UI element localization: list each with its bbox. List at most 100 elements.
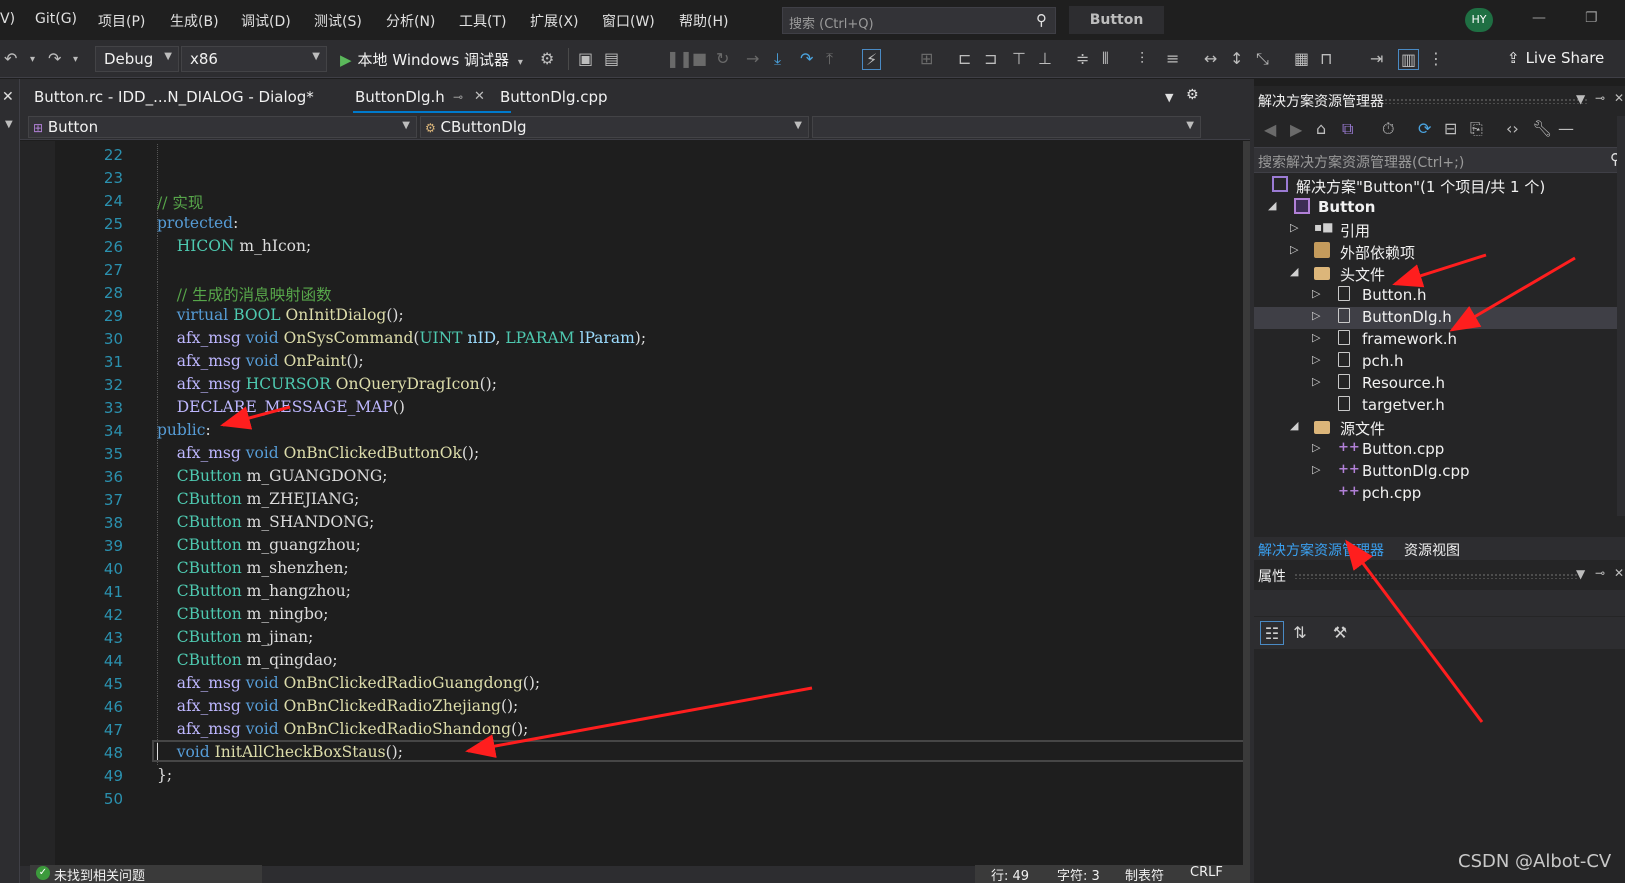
search-input[interactable]: 搜索 (Ctrl+Q) ⚲	[782, 7, 1056, 34]
wrench-icon[interactable]: 🔧︎	[1532, 119, 1552, 138]
toolbox-icon[interactable]: ▣	[578, 49, 593, 68]
tab-resource-view[interactable]: 资源视图	[1404, 540, 1460, 560]
align-bottom-icon[interactable]: ⊥	[1038, 49, 1052, 68]
status-eol[interactable]: CRLF	[1190, 865, 1223, 880]
back-icon[interactable]: ◀	[1264, 120, 1276, 139]
cursor-position[interactable]: 行: 49 字符: 3 制表符 CRLF	[975, 865, 1250, 883]
undo-icon[interactable]: ↶	[4, 49, 17, 68]
issues-indicator[interactable]: ✓ 未找到相关问题	[30, 865, 262, 883]
align-right-icon[interactable]: ⊐	[984, 49, 997, 68]
tab-order-icon[interactable]: ⇥	[1370, 49, 1383, 68]
hot-reload-icon[interactable]: ⚡	[862, 49, 882, 70]
show-next-statement-icon[interactable]: →	[746, 49, 759, 68]
pin-icon[interactable]: ⊸	[453, 90, 463, 104]
format-icon[interactable]: ⊞	[920, 49, 933, 68]
configuration-select[interactable]: Debug ▼	[95, 46, 179, 72]
chevron-down-icon[interactable]: ▼	[5, 119, 13, 130]
close-icon[interactable]: ✕	[1614, 566, 1624, 580]
tree-file-pch-cpp[interactable]: ++ pch.cpp	[1254, 483, 1625, 505]
restart-icon[interactable]: ↻	[716, 49, 729, 68]
tree-file-button-h[interactable]: ▷ Button.h	[1254, 285, 1625, 307]
categorized-icon[interactable]: ☷	[1260, 621, 1284, 645]
grid-icon[interactable]: ▦	[1294, 49, 1309, 68]
close-icon[interactable]: ✕	[2, 89, 14, 105]
test-dialog-icon[interactable]: ▥	[1398, 49, 1420, 70]
tree-file-buttondlg-cpp[interactable]: ▷ ++ ButtonDlg.cpp	[1254, 461, 1625, 483]
same-height-icon[interactable]: ↕	[1230, 49, 1243, 68]
tree-file-framework-h[interactable]: ▷ framework.h	[1254, 329, 1625, 351]
tree-references[interactable]: ▷ ▪■ 引用	[1254, 219, 1625, 241]
member-scope-select[interactable]: ▼	[812, 116, 1201, 138]
same-width-icon[interactable]: ↔	[1204, 49, 1217, 68]
collapse-all-icon[interactable]: ⊟	[1444, 119, 1457, 138]
guides-icon[interactable]: ⊓	[1320, 49, 1332, 68]
chevron-down-icon[interactable]: ▼	[1576, 567, 1585, 581]
gear-icon[interactable]: ⚙	[1186, 87, 1199, 103]
project-scope-select[interactable]: ⊞ Button ▼	[28, 116, 417, 138]
code-view-icon[interactable]: ‹›	[1506, 119, 1519, 138]
menu-analyze[interactable]: 分析(N)	[386, 11, 435, 31]
step-out-icon[interactable]: ⤒	[826, 49, 833, 69]
panel-grip[interactable]	[1294, 573, 1579, 579]
menu-help[interactable]: 帮助(H)	[679, 11, 728, 31]
menu-debug[interactable]: 调试(D)	[241, 11, 291, 31]
close-tab-icon[interactable]: ✕	[474, 89, 485, 104]
tab-list-dropdown-icon[interactable]: ▼	[1165, 91, 1173, 104]
tree-header-files[interactable]: ◢ 头文件	[1254, 263, 1625, 285]
toolbar-options-icon[interactable]: ⋮	[1428, 49, 1444, 68]
menu-window[interactable]: 窗口(W)	[602, 11, 655, 31]
chevron-down-icon[interactable]: ▼	[1576, 92, 1585, 106]
properties-object-selector[interactable]	[1254, 590, 1625, 616]
tree-solution[interactable]: 解决方案"Button"(1 个项目/共 1 个)	[1254, 175, 1625, 197]
tree-project[interactable]: ◢ Button	[1254, 197, 1625, 219]
start-debugging-button[interactable]: ▶ 本地 Windows 调试器 ▾	[340, 49, 523, 70]
panel-grip[interactable]	[1384, 98, 1589, 104]
solution-search-input[interactable]: 搜索解决方案资源管理器(Ctrl+;) ⚲	[1254, 147, 1625, 173]
class-scope-select[interactable]: ⚙ CButtonDlg ▼	[420, 116, 809, 138]
redo-dropdown-icon[interactable]: ▾	[73, 54, 78, 65]
undo-dropdown-icon[interactable]: ▾	[30, 54, 35, 65]
close-icon[interactable]: ✕	[1614, 91, 1624, 105]
browser-icon[interactable]: ▤	[604, 49, 619, 68]
step-over-icon[interactable]: ↷	[800, 49, 813, 68]
same-size-icon[interactable]: ⤡	[1256, 49, 1269, 69]
tree-source-files[interactable]: ◢ 源文件	[1254, 417, 1625, 439]
pin-icon[interactable]: ⊸	[1595, 91, 1605, 105]
tree-file-buttondlg-h[interactable]: ▷ ButtonDlg.h	[1254, 307, 1625, 329]
pending-changes-icon[interactable]: ⏱	[1382, 119, 1394, 139]
menu-tools[interactable]: 工具(T)	[459, 11, 506, 31]
menu-view[interactable]: V)	[0, 11, 15, 27]
align-left-icon[interactable]: ⊏	[958, 49, 971, 68]
tab-buttondlg-h[interactable]: ButtonDlg.h	[355, 88, 445, 106]
status-indent[interactable]: 制表符	[1125, 865, 1164, 883]
tree-file-button-cpp[interactable]: ▷ ++ Button.cpp	[1254, 439, 1625, 461]
menu-test[interactable]: 测试(S)	[314, 11, 362, 31]
menu-extensions[interactable]: 扩展(X)	[530, 11, 579, 31]
pause-icon[interactable]: ❚❚	[666, 49, 693, 68]
tree-file-pch-h[interactable]: ▷ pch.h	[1254, 351, 1625, 373]
tab-button-rc[interactable]: Button.rc - IDD_...N_DIALOG - Dialog*	[34, 88, 314, 106]
avatar[interactable]: HY	[1465, 8, 1493, 32]
tree-file-targetver-h[interactable]: targetver.h	[1254, 395, 1625, 417]
minimize-icon[interactable]: —	[1532, 10, 1546, 26]
center-horizontal-icon[interactable]: ⫴	[1102, 49, 1109, 69]
restore-icon[interactable]: ❐	[1585, 10, 1598, 26]
space-across-icon[interactable]: ⫶	[1140, 49, 1144, 69]
menu-project[interactable]: 项目(P)	[98, 11, 145, 31]
wrench-icon[interactable]: ⚒	[1328, 621, 1352, 645]
preview-icon[interactable]: —	[1558, 119, 1574, 138]
code-editor[interactable]: 22 23 24 // 实现 25 protected: 26 HICON m_hIcon;…	[20, 141, 1265, 866]
menu-git[interactable]: Git(G)	[35, 11, 77, 27]
attach-process-icon[interactable]: ⚙	[540, 49, 554, 68]
menu-build[interactable]: 生成(B)	[170, 11, 219, 31]
platform-select[interactable]: x86 ▼	[181, 46, 327, 72]
redo-icon[interactable]: ↷	[48, 49, 61, 68]
live-share-button[interactable]: ⇪ Live Share	[1507, 49, 1604, 67]
home-icon[interactable]: ⌂	[1316, 119, 1326, 138]
step-into-icon[interactable]: ⤓	[774, 49, 781, 69]
space-down-icon[interactable]: ≡	[1166, 49, 1179, 68]
forward-icon[interactable]: ▶	[1290, 120, 1302, 139]
align-top-icon[interactable]: ⊤	[1012, 49, 1026, 68]
sync-icon[interactable]: ⟳	[1418, 119, 1431, 138]
tab-solution-explorer[interactable]: 解决方案资源管理器	[1258, 540, 1384, 560]
